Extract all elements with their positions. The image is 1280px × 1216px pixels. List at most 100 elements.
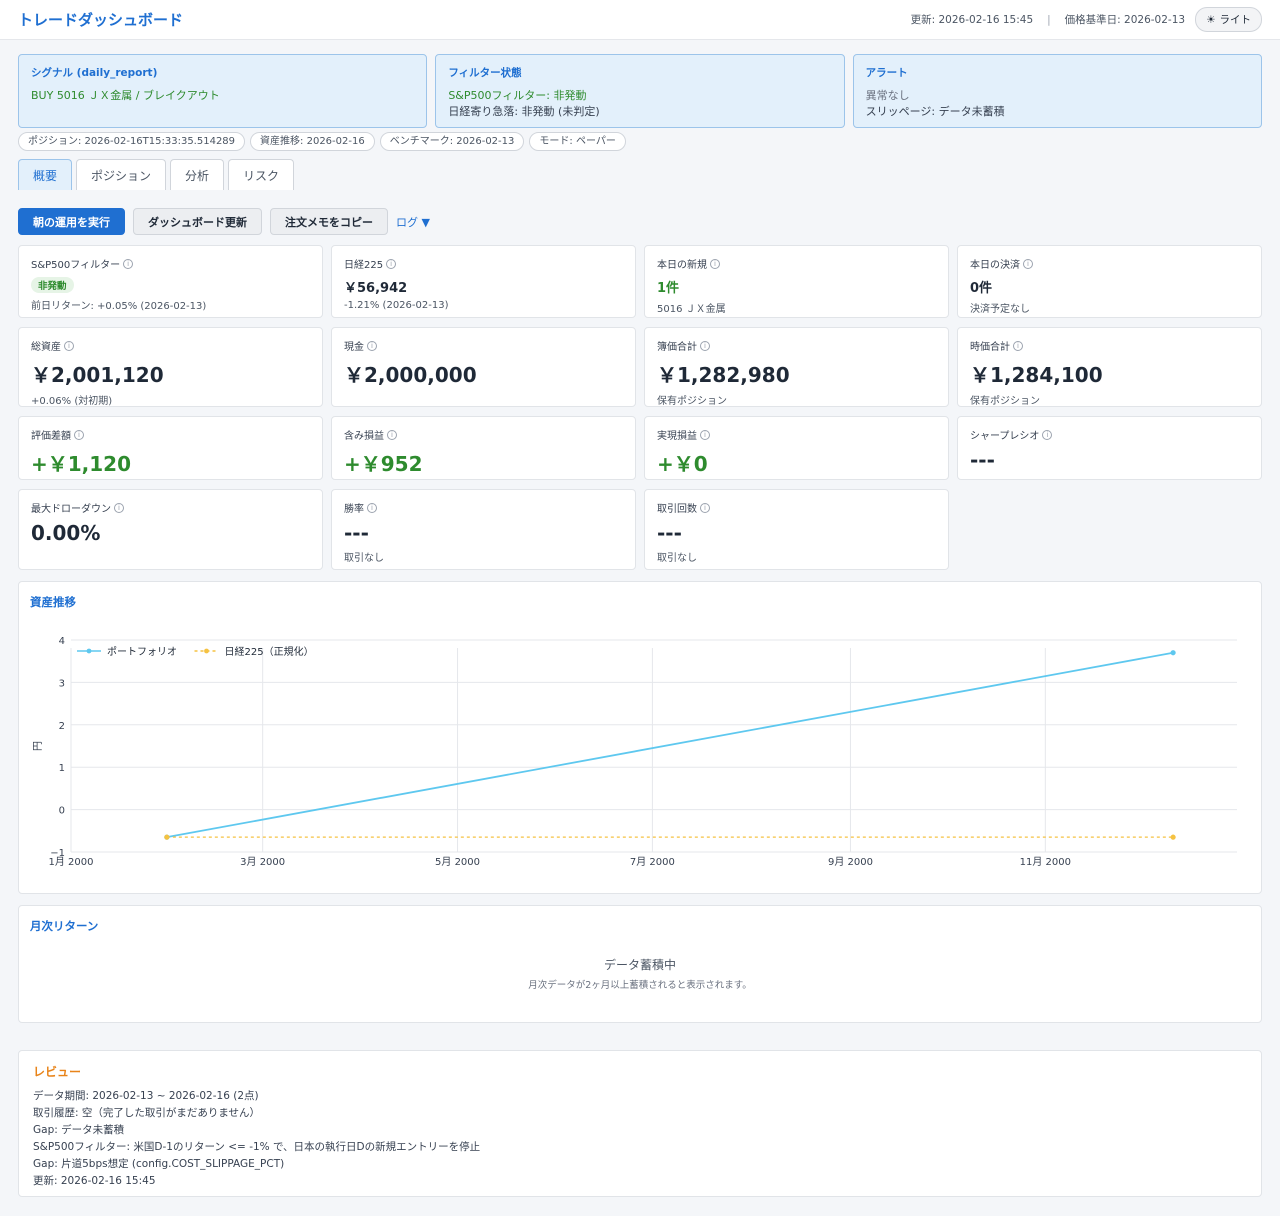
- card-label: S&P500フィルター: [31, 260, 121, 271]
- theme-toggle-button[interactable]: ☀ ライト: [1195, 7, 1262, 32]
- review-line: 更新: 2026-02-16 15:45: [33, 1175, 156, 1187]
- card-market-total: 時価合計 i ￥1,284,100 保有ポジション: [957, 327, 1262, 407]
- info-icon[interactable]: i: [74, 429, 84, 440]
- metrics-row-1: S&P500フィルター i 非発動 前日リターン: +0.05% (2026-02…: [18, 245, 1262, 318]
- card-label: 勝率: [344, 504, 364, 515]
- legend-marker: [86, 648, 92, 654]
- tab-risk[interactable]: リスク: [228, 159, 295, 190]
- card-sub: -1.21% (2026-02-13): [344, 300, 449, 311]
- x-tick-label: 11月 2000: [1020, 856, 1071, 868]
- review-line: S&P500フィルター: 米国D-1のリターン <= -1% で、日本の執行日D…: [33, 1141, 481, 1153]
- info-icon[interactable]: i: [700, 340, 710, 351]
- card-label: 実現損益: [657, 431, 697, 442]
- tab-analysis[interactable]: 分析: [170, 159, 225, 190]
- info-icon[interactable]: i: [114, 502, 124, 513]
- info-icon[interactable]: i: [386, 258, 397, 269]
- card-new-today: 本日の新規 i 1件 5016 ＪＸ金属: [644, 245, 949, 318]
- empty-state-title: データ蓄積中: [603, 958, 676, 972]
- card-value: ￥1,282,980: [657, 363, 790, 387]
- card-cash: 現金 i ￥2,000,000: [331, 327, 636, 407]
- card-sub: 保有ポジション: [970, 396, 1040, 407]
- y-axis-label: 円: [33, 741, 44, 751]
- card-label: 本日の決済: [970, 260, 1020, 271]
- card-value: ￥2,000,000: [344, 363, 477, 387]
- data-source-chips: ポジション: 2026-02-16T15:33:35.514289 資産推移: …: [18, 132, 1262, 151]
- card-label: 評価差額: [31, 431, 71, 442]
- info-icon[interactable]: i: [367, 502, 377, 513]
- y-tick-label: 1: [59, 763, 65, 774]
- info-icon[interactable]: i: [64, 340, 74, 351]
- data-point: [164, 834, 170, 840]
- card-label: 時価合計: [970, 342, 1010, 353]
- card-total-assets: 総資産 i ￥2,001,120 +0.06% (対初期): [18, 327, 323, 407]
- status-banners: シグナル (daily_report) BUY 5016 ＪＸ金属 / ブレイク…: [18, 54, 1262, 128]
- info-icon[interactable]: i: [700, 429, 710, 440]
- card-value: ---: [970, 448, 995, 472]
- filter-banner-title: フィルター状態: [448, 67, 522, 79]
- card-sub: 取引なし: [657, 553, 697, 564]
- price-base-date: 価格基準日: 2026-02-13: [1064, 14, 1186, 26]
- legend-label: 日経225（正規化）: [225, 645, 314, 658]
- metrics-row-4: 最大ドローダウン i 0.00% 勝率 i --- 取引なし 取引回数 i --- 取…: [18, 489, 1262, 570]
- card-value: 1件: [657, 281, 680, 296]
- card-nikkei225: 日経225 i ￥56,942 -1.21% (2026-02-13): [331, 245, 636, 318]
- review-line: Gap: 片道5bps想定 (config.COST_SLIPPAGE_PCT): [33, 1158, 285, 1170]
- card-label: 簿価合計: [657, 342, 697, 353]
- refresh-dashboard-button[interactable]: ダッシュボード更新: [133, 208, 262, 235]
- y-tick-label: 4: [59, 636, 65, 647]
- info-icon[interactable]: i: [1023, 258, 1033, 269]
- alert-banner-title: アラート: [865, 67, 908, 79]
- metrics-row-3: 評価差額 i +￥1,120 含み損益 i +￥952 実現損益 i +￥0 シャープ…: [18, 416, 1262, 480]
- card-value: +￥1,120: [31, 452, 132, 476]
- filter-banner: フィルター状態 S&P500フィルター: 非発動 日経寄り急落: 非発動 (未判…: [435, 54, 845, 128]
- card-value: +￥952: [344, 452, 423, 476]
- info-icon[interactable]: i: [367, 340, 377, 351]
- info-icon[interactable]: i: [387, 429, 397, 440]
- tab-positions[interactable]: ポジション: [76, 159, 167, 190]
- card-value: ￥2,001,120: [31, 363, 164, 387]
- copy-order-memo-button[interactable]: 注文メモをコピー: [270, 208, 388, 235]
- asset-history-panel: 資産推移 −1 0 1 2 3 4 1月 2000 3月 2000 5月 2000 7月 2000…: [18, 581, 1262, 894]
- log-toggle-link[interactable]: ログ ▼: [396, 214, 430, 230]
- card-sub: 取引なし: [344, 553, 384, 564]
- alert-banner-slippage: スリッページ: データ未蓄積: [865, 105, 1005, 118]
- card-value: ￥1,284,100: [970, 363, 1103, 387]
- card-unrealized-pnl: 含み損益 i +￥952: [331, 416, 636, 480]
- card-label: シャープレシオ: [970, 431, 1040, 442]
- card-label: 現金: [344, 342, 364, 353]
- card-value: ---: [657, 521, 682, 545]
- info-icon[interactable]: i: [700, 502, 710, 513]
- info-icon[interactable]: i: [1042, 429, 1053, 440]
- chip-asset-history: 資産推移: 2026-02-16: [250, 132, 375, 151]
- review-title: レビュー: [33, 1065, 82, 1079]
- card-value: ￥56,942: [344, 281, 408, 296]
- card-max-drawdown: 最大ドローダウン i 0.00%: [18, 489, 323, 570]
- filter-banner-sp500: S&P500フィルター: 非発動: [448, 89, 587, 102]
- run-morning-ops-button[interactable]: 朝の運用を実行: [18, 208, 125, 235]
- card-label: 含み損益: [344, 431, 384, 442]
- card-value: 0.00%: [31, 521, 101, 545]
- tab-overview[interactable]: 概要: [18, 159, 73, 190]
- card-sub: +0.06% (対初期): [31, 396, 113, 407]
- card-sub: 前日リターン: +0.05% (2026-02-13): [31, 301, 207, 312]
- card-book-total: 簿価合計 i ￥1,282,980 保有ポジション: [644, 327, 949, 407]
- card-value: 0件: [970, 281, 993, 296]
- info-icon[interactable]: i: [1013, 340, 1023, 351]
- tab-bar: 概要 ポジション 分析 リスク: [18, 159, 1262, 190]
- signal-banner-title: シグナル (daily_report): [31, 67, 158, 79]
- asset-history-chart[interactable]: −1012341月 2000 3月 2000 5月 2000 7月 2000 9月 20…: [19, 582, 1261, 895]
- card-sp500-filter: S&P500フィルター i 非発動 前日リターン: +0.05% (2026-02…: [18, 245, 323, 318]
- filter-banner-nikkei: 日経寄り急落: 非発動 (未判定): [448, 105, 600, 118]
- card-value: ---: [344, 521, 369, 545]
- header-separator: |: [1047, 13, 1051, 26]
- legend-marker: [204, 648, 209, 654]
- info-icon[interactable]: i: [710, 258, 720, 269]
- monthly-return-title: 月次リターン: [30, 919, 99, 933]
- info-icon[interactable]: i: [123, 258, 134, 269]
- top-bar: トレードダッシュボード 更新: 2026-02-16 15:45 | 価格基準日…: [0, 0, 1280, 40]
- x-tick-label: 9月 2000: [828, 856, 873, 868]
- card-value: +￥0: [657, 452, 708, 476]
- card-label: 日経225: [344, 260, 384, 271]
- card-label: 最大ドローダウン: [31, 504, 111, 515]
- sun-icon: ☀: [1206, 13, 1216, 26]
